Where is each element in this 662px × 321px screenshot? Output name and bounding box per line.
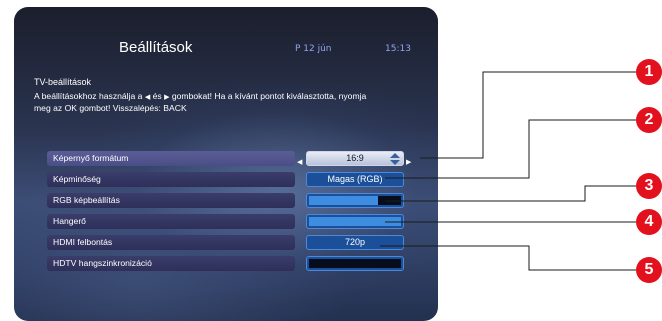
callout-badge-4: 4: [636, 209, 662, 235]
callout-badge-3: 3: [636, 173, 662, 199]
callout-lines: [380, 71, 636, 271]
callout-badge-1: 1: [636, 59, 662, 85]
callout-badge-2: 2: [636, 107, 662, 133]
callout-badge-5: 5: [636, 257, 662, 283]
